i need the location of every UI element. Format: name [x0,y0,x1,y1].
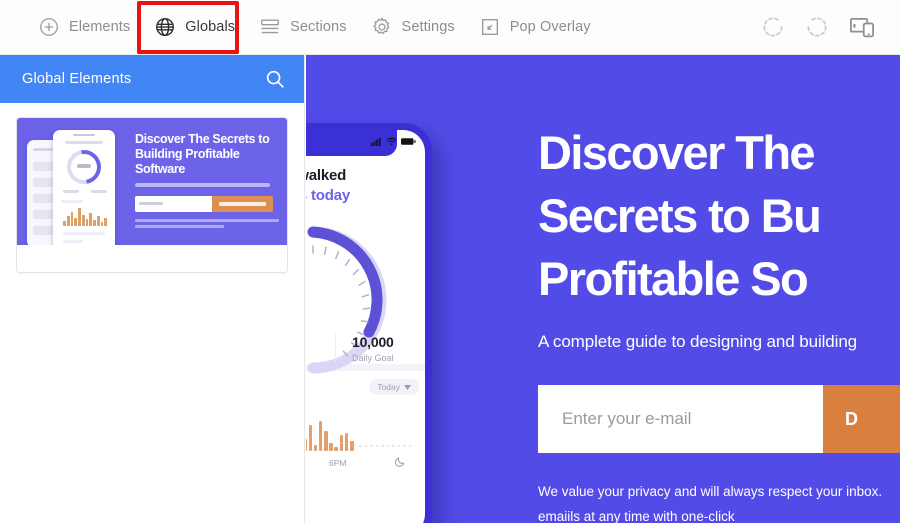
phone-headline: ve walked teps today [306,166,411,206]
phone-status-bar [371,137,416,146]
thumbnail-subheading [135,183,271,187]
toolbar-tab-elements[interactable]: Elements [26,7,142,47]
sidebar-title: Global Elements [22,71,132,87]
toolbar-tab-label: Elements [69,19,131,35]
toolbar-tabs: Elements Globals Sections Settings Pop O… [0,7,603,47]
activity-bar [318,421,323,451]
activity-bar [329,443,333,451]
phone-activity-chart: Today 12PM 6PM [306,371,425,469]
thumbnail-form [135,196,274,212]
activity-bar [324,431,328,451]
chart-axis: 12PM 6PM [306,456,411,469]
thumbnail-bar-chart [63,208,107,226]
sections-icon [259,16,281,38]
global-element-card-footer [17,245,287,272]
thumbnail-phone-front [53,130,115,245]
redo-icon[interactable] [804,14,830,40]
sidebar-header: Global Elements [0,55,304,103]
chart-range-label: Today [377,382,400,392]
phone-content: ve walked teps today [306,130,425,374]
activity-bar [350,441,354,451]
thumbnail-fine-print [135,219,279,228]
phone-headline-line1: ve walked [306,167,347,184]
chevron-down-icon [404,382,411,392]
activity-bar [313,445,318,451]
thumbnail-heading: Discover The Secrets to Building Profita… [135,132,270,176]
pop-overlay-icon [479,16,501,38]
phone-mockup: ve walked teps today [306,123,444,523]
wifi-icon [386,137,397,146]
global-element-card[interactable]: Discover The Secrets to Building Profita… [16,117,288,273]
thumbnail-email-input [135,196,212,212]
gear-icon [371,16,393,38]
chart-baseline-dots [359,444,411,447]
sidebar-body: Discover The Secrets to Building Profita… [0,103,304,287]
daily-goal-label: Daily Goal [352,353,394,363]
hero-fine-print: We value your privacy and will always re… [538,479,900,523]
hero-submit-button[interactable]: D [823,385,900,453]
thumbnail-hero-copy: Discover The Secrets to Building Profita… [135,132,279,231]
hero-headline-line1: Discover The [538,126,816,179]
signal-icon [371,137,382,146]
toolbar-tab-sections[interactable]: Sections [247,7,358,47]
activity-bar [308,425,313,451]
undo-icon[interactable] [760,14,786,40]
axis-label-left: 12PM [306,458,329,468]
phone-frame: ve walked teps today [306,123,432,523]
globals-sidebar: Global Elements Discover The Secrets to … [0,55,305,523]
hero-fine-line2: emaiils at any time with one-click [538,509,735,523]
activity-bar [334,447,339,451]
toolbar-tab-label: Settings [401,19,455,35]
responsive-device-icon[interactable] [848,13,876,41]
hero-fine-line1: We value your privacy and will always re… [538,484,883,499]
phone-gauge-block: 👟 72% daily goals 10,000 Daily Goal [306,216,411,374]
phone-headline-line2-accent: teps today [306,187,351,204]
search-icon[interactable] [264,68,286,90]
globe-icon [154,16,176,38]
daily-goal-block: 10,000 Daily Goal [335,334,394,363]
hero-subtitle: A complete guide to designing and buildi… [538,332,858,351]
activity-bar [306,439,307,451]
thumbnail-submit-button [211,196,274,212]
activity-bar [339,435,344,451]
preview-canvas: ve walked teps today [306,55,900,523]
toolbar-tab-settings[interactable]: Settings [359,7,467,47]
hero-headline-line3: Profitable So [538,252,809,305]
global-element-thumbnail: Discover The Secrets to Building Profita… [17,118,287,245]
plus-circle-icon [38,16,60,38]
toolbar-tab-label: Sections [290,19,347,35]
axis-label-mid: 6PM [329,457,347,468]
phone-screen: ve walked teps today [306,130,425,523]
toolbar-actions [760,13,900,41]
hero-copy: Discover The Secrets to Bu Profitable So… [538,121,900,523]
toolbar-tab-globals[interactable]: Globals [142,7,247,47]
hero-signup-form: D [538,385,900,453]
hero-headline: Discover The Secrets to Bu Profitable So [538,121,900,310]
editor-window: Elements Globals Sections Settings Pop O… [0,0,900,523]
battery-icon [401,137,416,146]
hero-email-input[interactable] [538,385,823,453]
moon-icon [394,456,406,469]
activity-bar [344,433,349,451]
top-toolbar: Elements Globals Sections Settings Pop O… [0,0,900,55]
toolbar-tab-label: Pop Overlay [509,19,591,35]
daily-goal-value: 10,000 [352,334,394,350]
chart-range-dropdown[interactable]: Today [369,379,419,395]
toolbar-tab-pop-overlay[interactable]: Pop Overlay [467,7,603,47]
thumbnail-phone-mockups [27,128,132,245]
toolbar-tab-label: Globals [185,19,236,35]
hero-headline-line2: Secrets to Bu [538,189,822,242]
